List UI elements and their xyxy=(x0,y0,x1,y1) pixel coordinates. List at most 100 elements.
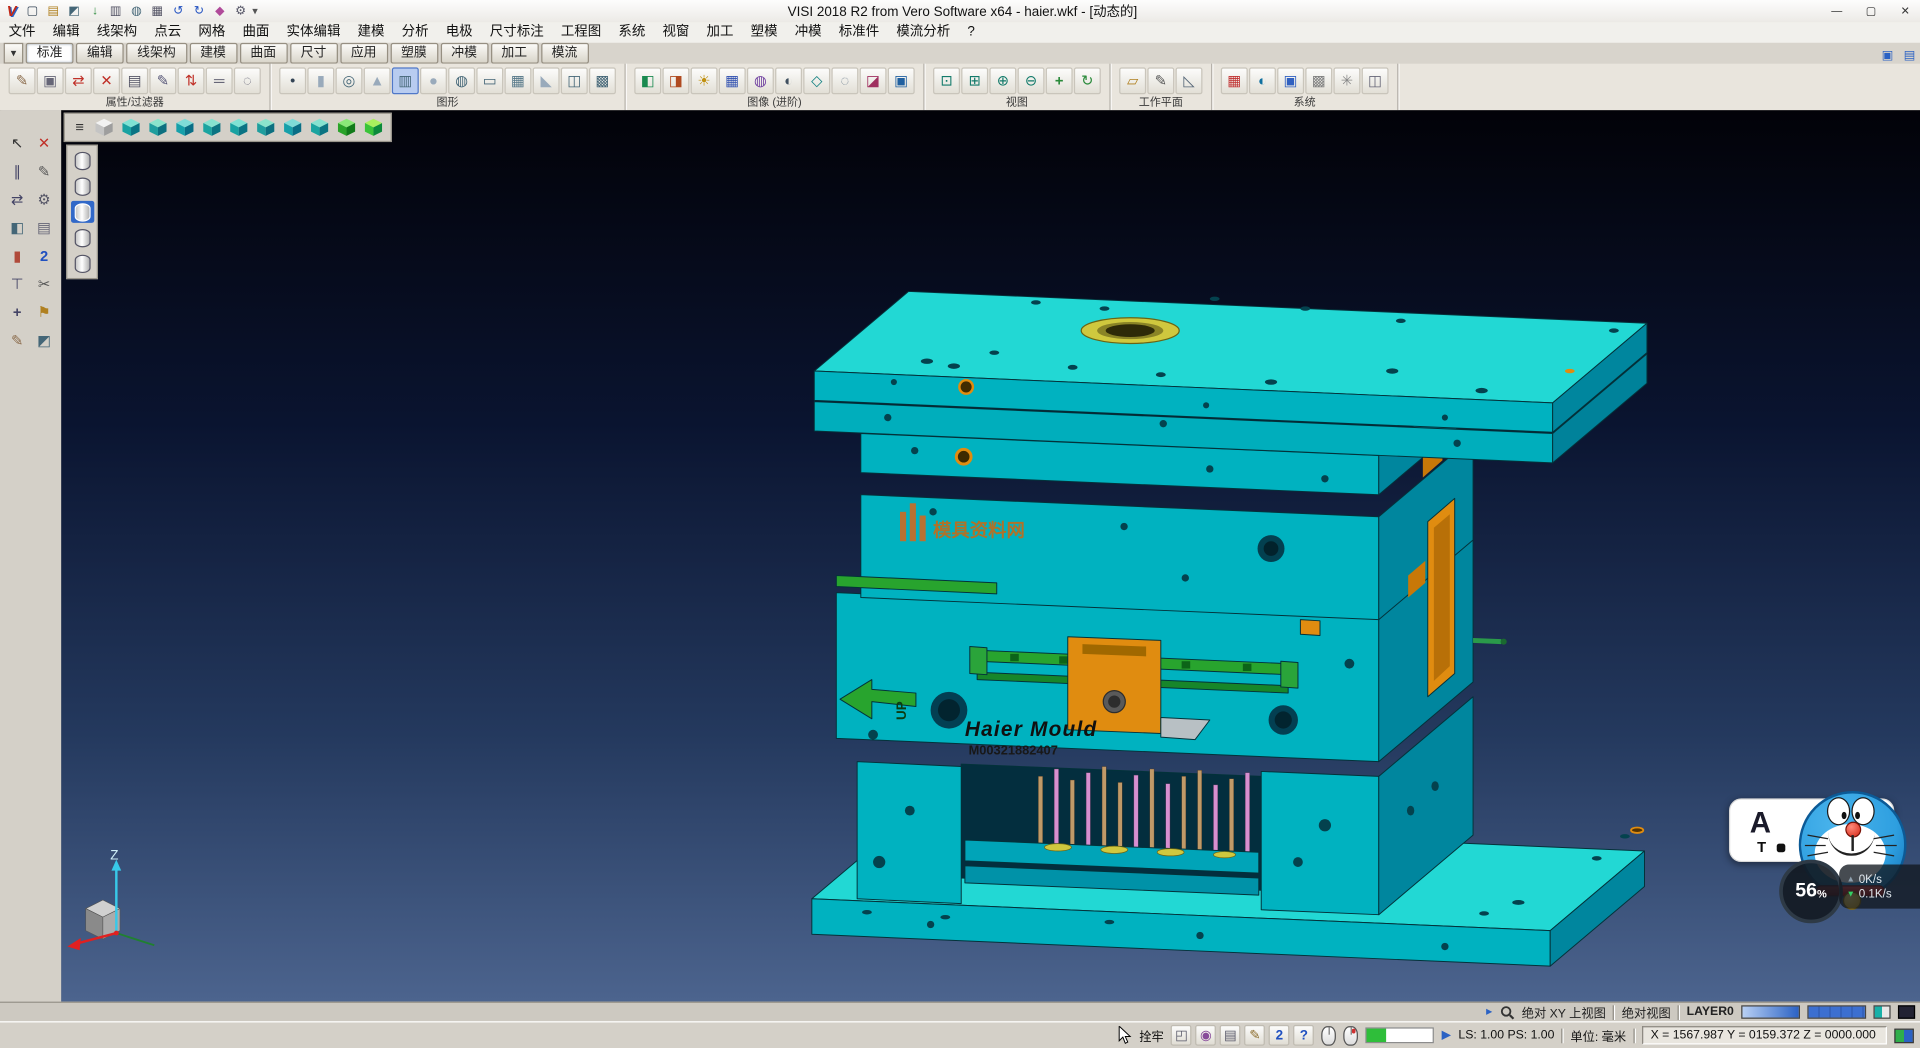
window-cascade-icon[interactable]: ▣ xyxy=(1878,47,1896,64)
render-shadow-icon[interactable]: ◐ xyxy=(775,67,802,94)
palette-icon[interactable]: ◆ xyxy=(211,2,229,19)
maximize-button[interactable]: ▢ xyxy=(1854,1,1888,21)
menu-item[interactable]: 点云 xyxy=(146,22,190,43)
menu-item[interactable]: 曲面 xyxy=(234,22,278,43)
solid-cube-icon[interactable]: ◧ xyxy=(5,216,29,240)
render-hide-icon[interactable]: ◌ xyxy=(831,67,858,94)
filter-remove-icon[interactable]: ✕ xyxy=(93,67,120,94)
view-back-icon[interactable] xyxy=(228,116,250,138)
draw-ring-icon[interactable]: ◍ xyxy=(448,67,475,94)
help-icon[interactable]: ? xyxy=(1293,1025,1314,1046)
search-icon[interactable] xyxy=(1500,1005,1515,1020)
draw-wedge-icon[interactable]: ◣ xyxy=(533,67,560,94)
menu-item[interactable]: 加工 xyxy=(698,22,742,43)
layer-label[interactable]: LAYER0 xyxy=(1687,1005,1734,1018)
ribbon-tab[interactable]: 编辑 xyxy=(76,43,124,64)
save-icon[interactable]: ◩ xyxy=(65,2,83,19)
menu-item[interactable]: 文件 xyxy=(0,22,44,43)
annotation-icon[interactable]: ✎ xyxy=(1245,1025,1266,1046)
percent-badge[interactable]: 56% xyxy=(1779,860,1843,924)
menu-item[interactable]: 实体编辑 xyxy=(278,22,349,43)
menu-item[interactable]: 线架构 xyxy=(88,22,146,43)
tsquare-icon[interactable]: ⊤ xyxy=(5,272,29,296)
pages-2-icon[interactable]: 2 xyxy=(1269,1025,1290,1046)
menu-item[interactable]: ? xyxy=(959,22,984,43)
undo-icon[interactable]: ↺ xyxy=(169,2,187,19)
new-file-icon[interactable]: ▢ xyxy=(23,2,41,19)
rotate-view-icon[interactable]: ↻ xyxy=(1074,67,1101,94)
viewport-3d[interactable]: Haier Mould M00321882407 UP xyxy=(61,110,1920,1001)
select-cursor-icon[interactable]: ↖ xyxy=(5,131,29,155)
menu-item[interactable]: 模流分析 xyxy=(888,22,959,43)
delete-x-icon[interactable]: ✕ xyxy=(32,131,56,155)
mouse-middle-icon[interactable] xyxy=(1322,1026,1337,1046)
swap-icon[interactable]: ⇄ xyxy=(5,187,29,211)
menu-item[interactable]: 标准件 xyxy=(830,22,888,43)
draw-pipe-icon[interactable]: ◫ xyxy=(561,67,588,94)
open-file-icon[interactable]: ▤ xyxy=(44,2,62,19)
menu-item[interactable]: 系统 xyxy=(610,22,654,43)
filter-pencil-icon[interactable]: ✎ xyxy=(149,67,176,94)
menu-item[interactable]: 塑模 xyxy=(742,22,786,43)
menu-item[interactable]: 视窗 xyxy=(654,22,698,43)
menu-item[interactable]: 建模 xyxy=(349,22,393,43)
snap-lock-label[interactable]: 拴牢 xyxy=(1139,1026,1163,1044)
draw-grid-icon[interactable]: ▩ xyxy=(589,67,616,94)
view-menu-icon[interactable]: ≡ xyxy=(71,119,88,136)
layer-color-bar[interactable] xyxy=(1807,1005,1866,1018)
draw-point-icon[interactable]: • xyxy=(279,67,306,94)
zoom-out-icon[interactable]: ⊖ xyxy=(1018,67,1045,94)
draw-sphere-icon[interactable]: ● xyxy=(420,67,447,94)
draw-cylinder-icon[interactable]: ▮ xyxy=(307,67,334,94)
parallel-lines-icon[interactable]: ∥ xyxy=(5,159,29,183)
close-button[interactable]: ✕ xyxy=(1888,1,1920,21)
flag-icon[interactable]: ⚑ xyxy=(32,300,56,324)
draw-slot-icon[interactable]: ▭ xyxy=(476,67,503,94)
tab-dropdown-icon[interactable]: ▾ xyxy=(4,43,24,64)
view-mode-label[interactable]: 绝对 XY 上视图 xyxy=(1522,1003,1606,1021)
system-globe-icon[interactable]: ◐ xyxy=(1249,67,1276,94)
system-cube-icon[interactable]: ◫ xyxy=(1362,67,1389,94)
sketch-pencil-icon[interactable]: ✎ xyxy=(32,159,56,183)
cylinder-tool-icon[interactable]: ▮ xyxy=(5,244,29,268)
view-iso-green-icon[interactable] xyxy=(336,116,358,138)
render-wire-icon[interactable]: ◇ xyxy=(803,67,830,94)
model-canvas[interactable]: Haier Mould M00321882407 UP xyxy=(61,110,1920,1001)
system-snap-icon[interactable]: ✳ xyxy=(1333,67,1360,94)
menu-item[interactable]: 分析 xyxy=(393,22,437,43)
filter-updown-icon[interactable]: ⇅ xyxy=(178,67,205,94)
menu-item[interactable]: 尺寸标注 xyxy=(481,22,552,43)
render-transparency-icon[interactable]: ◍ xyxy=(747,67,774,94)
database-icon[interactable]: ◍ xyxy=(127,2,145,19)
filter-arrows-icon[interactable]: ⇄ xyxy=(65,67,92,94)
redo-icon[interactable]: ↻ xyxy=(190,2,208,19)
crosshair-icon[interactable]: + xyxy=(5,300,29,324)
ribbon-tab[interactable]: 建模 xyxy=(189,43,237,64)
qat-dropdown-icon[interactable]: ▾ xyxy=(252,4,264,17)
system-colors-icon[interactable]: ▦ xyxy=(1221,67,1248,94)
workplane-xy-icon[interactable]: ▱ xyxy=(1119,67,1146,94)
color-chip[interactable] xyxy=(1894,1028,1914,1043)
save-status-icon[interactable]: ◰ xyxy=(1171,1025,1192,1046)
sheet-icon[interactable]: ▤ xyxy=(32,216,56,240)
import-icon[interactable]: ↓ xyxy=(86,2,104,19)
window-tile-icon[interactable]: ▤ xyxy=(1900,47,1918,64)
filter-layers-icon[interactable]: ▤ xyxy=(121,67,148,94)
render-material-icon[interactable]: ◨ xyxy=(662,67,689,94)
ribbon-tab[interactable]: 应用 xyxy=(340,43,388,64)
filter-circle-icon[interactable]: ◌ xyxy=(234,67,261,94)
units-readout[interactable]: 单位: 毫米 xyxy=(1570,1026,1626,1044)
printer-icon[interactable]: ▤ xyxy=(1220,1025,1241,1046)
absolute-view-label[interactable]: 绝对视图 xyxy=(1622,1003,1671,1021)
view-front-icon[interactable] xyxy=(147,116,169,138)
color-chip-dark[interactable] xyxy=(1898,1005,1915,1018)
pan-view-icon[interactable]: + xyxy=(1046,67,1073,94)
save-tool-icon[interactable]: ◩ xyxy=(32,328,56,352)
system-window-icon[interactable]: ▣ xyxy=(1277,67,1304,94)
render-light-icon[interactable]: ☀ xyxy=(691,67,718,94)
draw-block-icon[interactable]: ▥ xyxy=(392,67,419,94)
view-bottom-icon[interactable] xyxy=(255,116,277,138)
zoom-fit-icon[interactable]: ⊡ xyxy=(933,67,960,94)
view-left-icon[interactable] xyxy=(201,116,223,138)
attr-paint-icon[interactable]: ✎ xyxy=(9,67,36,94)
